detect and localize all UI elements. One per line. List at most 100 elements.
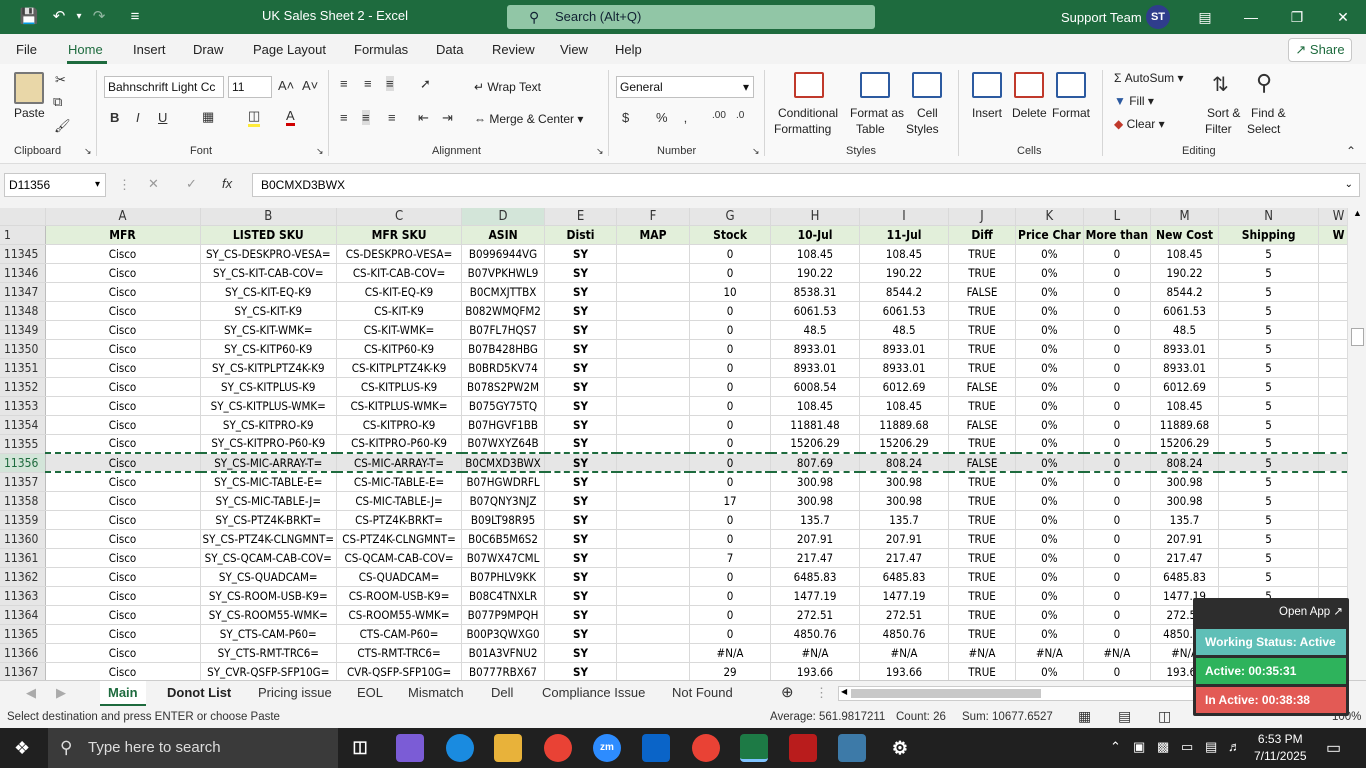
header-cell[interactable]: 10-Jul bbox=[770, 225, 861, 245]
excel-taskbar-icon[interactable] bbox=[740, 734, 768, 762]
edge-icon[interactable] bbox=[446, 734, 474, 762]
cell-d[interactable]: B07FL7HQS7 bbox=[461, 320, 546, 340]
cell-d[interactable]: B0BRD5KV74 bbox=[461, 358, 546, 378]
cell-l[interactable]: 0 bbox=[1083, 529, 1152, 549]
display-icon[interactable]: ▩ bbox=[1157, 739, 1169, 755]
cell-g[interactable]: 0 bbox=[689, 452, 772, 473]
cell-m[interactable]: 48.5 bbox=[1150, 320, 1220, 340]
column-header-n[interactable]: N bbox=[1218, 208, 1320, 226]
row-header[interactable]: 11347 bbox=[0, 282, 46, 302]
header-cell[interactable]: Shipping bbox=[1218, 225, 1320, 245]
cell-m[interactable]: 11889.68 bbox=[1150, 415, 1220, 435]
cell-n[interactable]: 5 bbox=[1218, 320, 1320, 340]
cell-m[interactable]: 6061.53 bbox=[1150, 301, 1220, 321]
cell-m[interactable]: 135.7 bbox=[1150, 510, 1220, 530]
cell-e[interactable]: SY bbox=[544, 567, 618, 587]
cell-k[interactable]: 0% bbox=[1015, 491, 1084, 511]
cell-d[interactable]: B082WMQFM2 bbox=[461, 301, 546, 321]
cell-d[interactable]: B075GY75TQ bbox=[461, 396, 546, 416]
column-header-h[interactable]: H bbox=[770, 208, 861, 226]
cell-l[interactable]: 0 bbox=[1083, 320, 1152, 340]
cell-d[interactable]: B07HGWDRFL bbox=[461, 472, 546, 492]
header-cell[interactable]: MFR bbox=[45, 225, 201, 245]
cell-l[interactable]: 0 bbox=[1083, 510, 1152, 530]
row-header[interactable]: 11349 bbox=[0, 320, 46, 340]
insert-function-icon[interactable]: fx bbox=[222, 176, 232, 191]
cell-c[interactable]: CS-KIT-K9 bbox=[336, 301, 463, 321]
camera-icon[interactable]: ▣ bbox=[1133, 739, 1145, 755]
cell-f[interactable] bbox=[616, 301, 691, 321]
cell-m[interactable]: 108.45 bbox=[1150, 244, 1220, 264]
cell-l[interactable]: 0 bbox=[1083, 605, 1152, 625]
collapse-ribbon-icon[interactable]: ⌃ bbox=[1346, 144, 1356, 158]
copilot-icon[interactable] bbox=[396, 734, 424, 762]
cell-h[interactable]: 193.66 bbox=[770, 662, 861, 680]
cell-d[interactable]: B01A3VFNU2 bbox=[461, 643, 546, 663]
cell-c[interactable]: CS-KITPLPTZ4K-K9 bbox=[336, 358, 463, 378]
cell-k[interactable]: 0% bbox=[1015, 586, 1084, 606]
header-cell[interactable]: LISTED SKU bbox=[200, 225, 338, 245]
header-cell[interactable]: MFR SKU bbox=[336, 225, 463, 245]
cell-i[interactable]: 6061.53 bbox=[859, 301, 950, 321]
cell-a[interactable]: Cisco bbox=[45, 415, 201, 435]
cell-d[interactable]: B09LT98R95 bbox=[461, 510, 546, 530]
row-header[interactable]: 11351 bbox=[0, 358, 46, 378]
cell-e[interactable]: SY bbox=[544, 396, 618, 416]
cell-g[interactable]: 10 bbox=[689, 282, 772, 302]
cell-styles-label-2[interactable]: Styles bbox=[906, 122, 939, 136]
alignment-launcher-icon[interactable]: ↘ bbox=[596, 146, 604, 157]
format-cells-icon[interactable] bbox=[1056, 72, 1086, 98]
sheet-tab-mismatch[interactable]: Mismatch bbox=[408, 685, 464, 700]
cell-c[interactable]: CS-MIC-ARRAY-T= bbox=[336, 452, 463, 473]
cell-g[interactable]: 0 bbox=[689, 472, 772, 492]
formula-input[interactable]: B0CMXD3BWX ⌄ bbox=[252, 173, 1360, 197]
cell-j[interactable]: TRUE bbox=[948, 548, 1017, 568]
column-header-i[interactable]: I bbox=[859, 208, 950, 226]
cell-a[interactable]: Cisco bbox=[45, 643, 201, 663]
cell-a[interactable]: Cisco bbox=[45, 472, 201, 492]
name-box[interactable]: D11356 ▾ bbox=[4, 173, 106, 197]
cell-n[interactable]: 5 bbox=[1218, 434, 1320, 454]
cell-f[interactable] bbox=[616, 586, 691, 606]
cell-h[interactable]: 300.98 bbox=[770, 491, 861, 511]
cell-g[interactable]: 0 bbox=[689, 263, 772, 283]
cell-styles-icon[interactable] bbox=[912, 72, 942, 98]
cell-g[interactable]: 29 bbox=[689, 662, 772, 680]
cell-h[interactable]: 4850.76 bbox=[770, 624, 861, 644]
cell-k[interactable]: 0% bbox=[1015, 548, 1084, 568]
row-header[interactable]: 11360 bbox=[0, 529, 46, 549]
cell-m[interactable]: 300.98 bbox=[1150, 472, 1220, 492]
cell-j[interactable]: TRUE bbox=[948, 320, 1017, 340]
copy-icon[interactable]: ⧉ bbox=[53, 94, 62, 110]
close-icon[interactable]: ✕ bbox=[1320, 0, 1366, 34]
row-header[interactable]: 11363 bbox=[0, 586, 46, 606]
cell-a[interactable]: Cisco bbox=[45, 586, 201, 606]
cell-b[interactable]: SY_CS-KIT-EQ-K9 bbox=[200, 282, 338, 302]
cell-e[interactable]: SY bbox=[544, 434, 618, 454]
vertical-scrollbar[interactable]: ▲ bbox=[1347, 208, 1366, 680]
cell-a[interactable]: Cisco bbox=[45, 263, 201, 283]
cell-h[interactable]: 207.91 bbox=[770, 529, 861, 549]
tab-review[interactable]: Review bbox=[492, 42, 535, 57]
filezilla-icon[interactable] bbox=[789, 734, 817, 762]
cell-g[interactable]: 0 bbox=[689, 624, 772, 644]
clear-button[interactable]: ◆ Clear ▾ bbox=[1114, 117, 1165, 131]
insert-cells-button[interactable]: Insert bbox=[972, 106, 1002, 120]
cell-b[interactable]: SY_CS-KITPRO-K9 bbox=[200, 415, 338, 435]
header-cell[interactable]: Stock bbox=[689, 225, 772, 245]
cell-h[interactable]: #N/A bbox=[770, 643, 861, 663]
cell-j[interactable]: TRUE bbox=[948, 358, 1017, 378]
cell-b[interactable]: SY_CS-MIC-ARRAY-T= bbox=[200, 452, 338, 473]
column-header-a[interactable]: A bbox=[45, 208, 201, 226]
decrease-decimal-icon[interactable]: .0 bbox=[736, 110, 744, 121]
cell-a[interactable]: Cisco bbox=[45, 396, 201, 416]
cell-b[interactable]: SY_CS-KITPLPTZ4K-K9 bbox=[200, 358, 338, 378]
header-cell[interactable]: Price Char bbox=[1015, 225, 1084, 245]
conditional-formatting-icon[interactable] bbox=[794, 72, 824, 98]
bold-icon[interactable]: B bbox=[110, 110, 119, 125]
cell-k[interactable]: 0% bbox=[1015, 339, 1084, 359]
cell-l[interactable]: 0 bbox=[1083, 662, 1152, 680]
cell-i[interactable]: 190.22 bbox=[859, 263, 950, 283]
cell-d[interactable]: B078S2PW2M bbox=[461, 377, 546, 397]
format-as-table-label[interactable]: Format as bbox=[850, 106, 904, 120]
